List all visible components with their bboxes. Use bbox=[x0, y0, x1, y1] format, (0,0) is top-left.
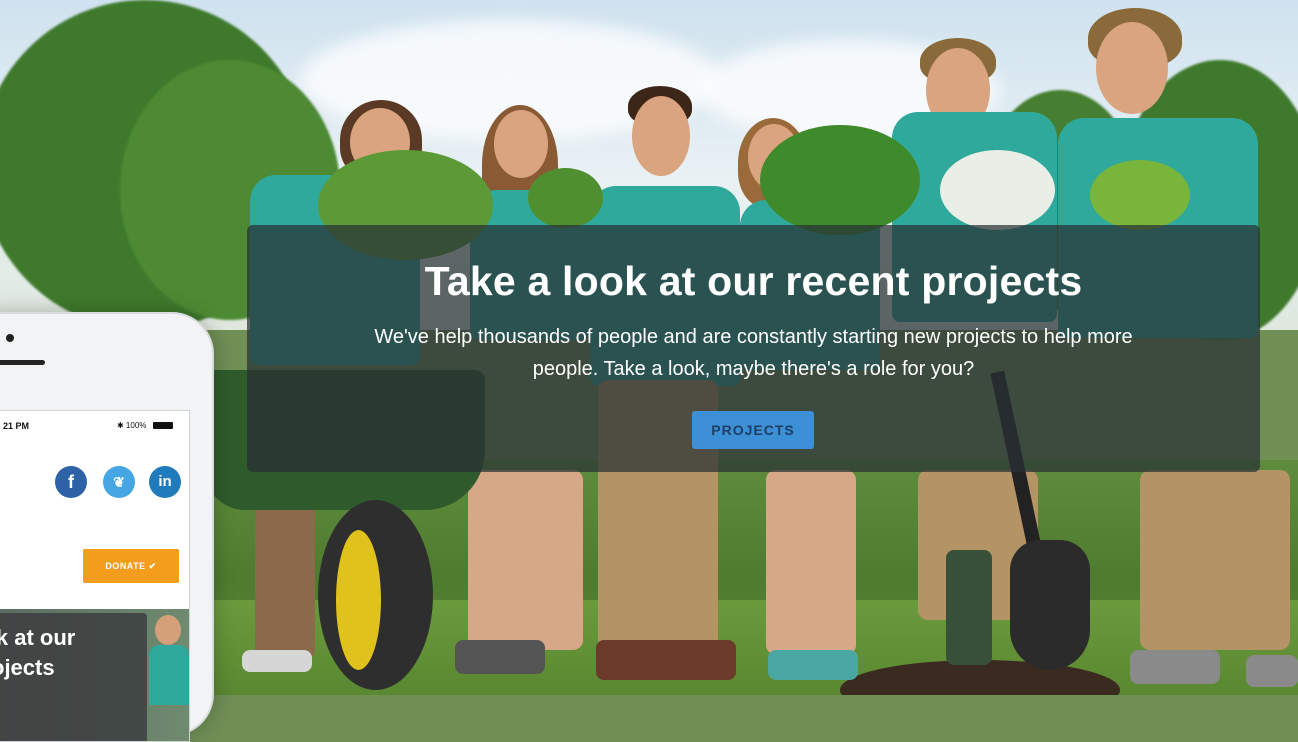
potted-plant bbox=[940, 150, 1055, 230]
phone-hero-image: ook at our projects bbox=[0, 609, 189, 741]
hero-title: Take a look at our recent projects bbox=[424, 258, 1083, 304]
wheelbarrow-hub bbox=[336, 530, 381, 670]
projects-button[interactable]: PROJECTS bbox=[692, 411, 814, 449]
donate-button[interactable]: DONATE ✔ bbox=[83, 549, 179, 583]
phone-screen: 21 PM ✱ 100% f ❦ in DONATE ✔ ook at our … bbox=[0, 410, 190, 742]
phone-camera bbox=[6, 334, 14, 342]
phone-hero-title: ook at our projects bbox=[0, 623, 139, 683]
battery-icon bbox=[153, 422, 173, 429]
phone-hero-person bbox=[155, 615, 181, 645]
facebook-icon[interactable]: f bbox=[55, 466, 87, 498]
hero-subtitle-line: We've help thousands of people and are c… bbox=[374, 326, 1133, 348]
phone-speaker bbox=[0, 360, 45, 365]
potted-plant bbox=[1090, 160, 1190, 230]
shovel bbox=[1010, 540, 1090, 670]
hero-subtitle-line: people. Take a look, maybe there's a rol… bbox=[532, 358, 975, 380]
phone-hero-person-shirt bbox=[149, 645, 189, 705]
linkedin-icon[interactable]: in bbox=[149, 466, 181, 498]
phone-hero-overlay: ook at our projects bbox=[0, 613, 147, 741]
phone-hero-title-line: ook at our bbox=[0, 625, 76, 650]
status-time: 21 PM bbox=[3, 421, 30, 431]
status-battery-label: ✱ 100% bbox=[117, 421, 147, 430]
hero-overlay-panel: Take a look at our recent projects We've… bbox=[247, 225, 1260, 472]
phone-hero-title-line: projects bbox=[0, 655, 55, 680]
twitter-icon[interactable]: ❦ bbox=[103, 466, 135, 498]
phone-mockup: 21 PM ✱ 100% f ❦ in DONATE ✔ ook at our … bbox=[0, 312, 214, 742]
potted-plant bbox=[528, 168, 603, 228]
potted-plant bbox=[760, 125, 920, 235]
hero-subtitle: We've help thousands of people and are c… bbox=[302, 321, 1205, 385]
